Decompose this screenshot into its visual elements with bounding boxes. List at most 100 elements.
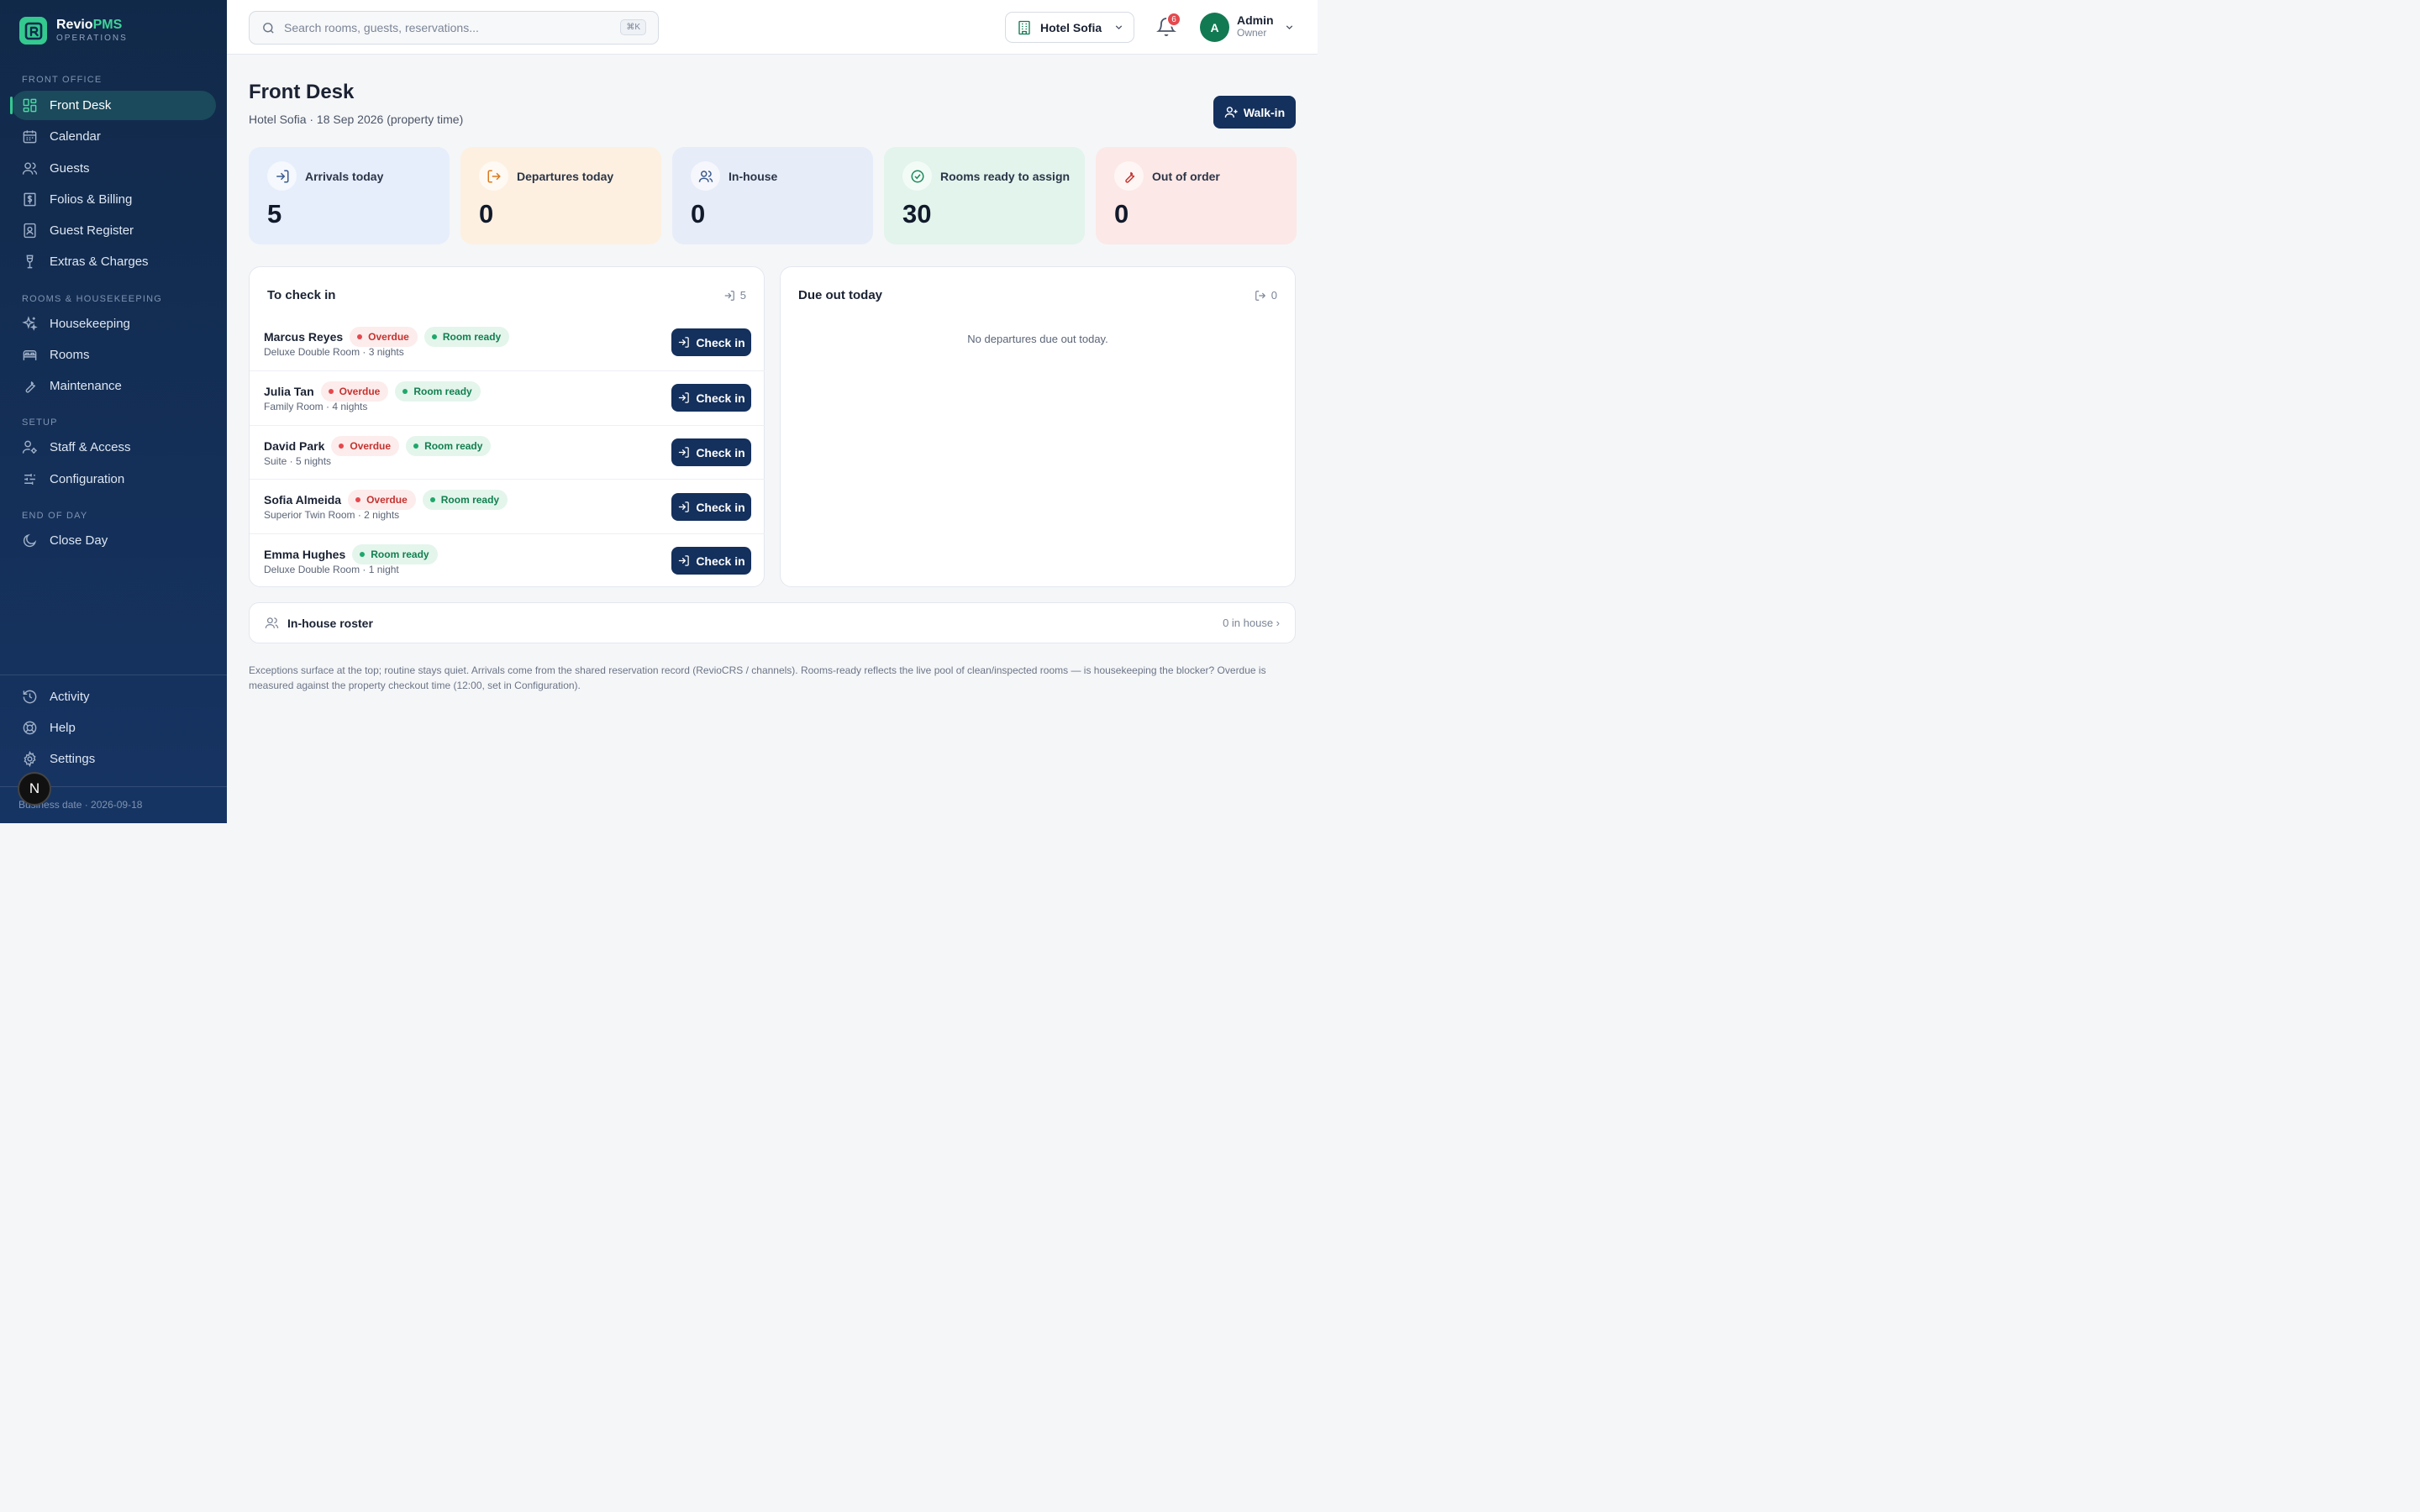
check-in-count: 5 xyxy=(723,289,746,302)
sidebar-item-calendar[interactable]: Calendar xyxy=(12,122,216,151)
reservation-meta: Deluxe Double Room · 1 night xyxy=(264,564,399,575)
chevron-down-icon[interactable] xyxy=(1284,22,1295,33)
table-row: Emma Hughes Room ready Deluxe Double Roo… xyxy=(250,533,765,588)
hotel-selector[interactable]: Hotel Sofia xyxy=(1005,12,1134,43)
users-icon xyxy=(691,161,720,191)
sidebar-item-front-desk[interactable]: Front Desk xyxy=(10,91,216,120)
section-setup: SETUP xyxy=(22,417,58,428)
sidebar-item-maintenance[interactable]: Maintenance xyxy=(12,371,216,401)
sidebar-item-label: Guests xyxy=(50,161,90,176)
overdue-badge: Overdue xyxy=(320,381,389,402)
guest-name[interactable]: Julia Tan xyxy=(264,385,314,398)
check-in-button[interactable]: Check in xyxy=(671,493,751,521)
sidebar-item-help[interactable]: Help xyxy=(12,713,216,743)
sidebar-item-label: Rooms xyxy=(50,348,90,362)
sidebar-item-label: Front Desk xyxy=(50,98,112,113)
overdue-badge: Overdue xyxy=(348,490,416,510)
stat-out-of-order[interactable]: Out of order 0 xyxy=(1096,147,1297,244)
log-in-icon xyxy=(267,161,297,191)
log-in-icon xyxy=(679,501,690,512)
page-subtitle: Hotel Sofia · 18 Sep 2026 (property time… xyxy=(249,113,464,126)
user-cog-icon xyxy=(22,440,37,454)
reservation-meta: Suite · 5 nights xyxy=(264,455,332,467)
grid-icon xyxy=(23,98,37,113)
sliders-icon xyxy=(24,474,35,485)
log-in-icon xyxy=(679,392,690,403)
sidebar-item-activity[interactable]: Activity xyxy=(12,682,216,711)
sidebar-item-label: Close Day xyxy=(50,533,108,548)
check-in-button[interactable]: Check in xyxy=(671,384,751,412)
check-in-button[interactable]: Check in xyxy=(671,438,751,466)
brand[interactable]: RevioPMS OPERATIONS xyxy=(19,17,128,45)
sidebar-item-configuration[interactable]: Configuration xyxy=(12,465,216,494)
stat-in-house[interactable]: In-house 0 xyxy=(672,147,873,244)
wrench-icon xyxy=(25,381,36,393)
sidebar-item-label: Configuration xyxy=(50,472,125,486)
bed-icon xyxy=(23,350,37,360)
sidebar-item-housekeeping[interactable]: Housekeeping xyxy=(12,309,216,339)
sidebar-item-label: Housekeeping xyxy=(50,317,130,331)
log-in-icon xyxy=(679,447,690,458)
room-ready-badge: Room ready xyxy=(395,381,481,402)
sidebar-item-label: Folios & Billing xyxy=(50,192,133,207)
guest-name[interactable]: Sofia Almeida xyxy=(264,493,341,507)
log-out-icon xyxy=(1255,290,1265,301)
sidebar-item-label: Extras & Charges xyxy=(50,255,149,269)
page-title: Front Desk xyxy=(249,81,355,103)
sidebar-item-label: Calendar xyxy=(50,129,101,144)
empty-state: No departures due out today. xyxy=(967,333,1108,345)
calendar-icon xyxy=(23,130,37,144)
in-house-roster-toggle[interactable]: In-house roster 0 in house › xyxy=(249,602,1296,643)
footnote: Exceptions surface at the top; routine s… xyxy=(249,664,1266,691)
walk-in-button[interactable]: Walk-in xyxy=(1213,96,1296,129)
section-front-office: FRONT OFFICE xyxy=(22,75,103,85)
lifebuoy-icon xyxy=(23,721,37,735)
check-in-card: To check in 5 Marcus Reyes Overdue Room … xyxy=(249,266,765,587)
guest-name[interactable]: Marcus Reyes xyxy=(264,330,343,344)
revio-logo-icon xyxy=(19,17,47,45)
user-info[interactable]: Admin Owner xyxy=(1237,14,1274,39)
sidebar-item-staff-access[interactable]: Staff & Access xyxy=(12,433,216,462)
reservation-meta: Deluxe Double Room · 3 nights xyxy=(264,346,404,358)
overdue-badge: Overdue xyxy=(350,327,418,347)
stat-departures[interactable]: Departures today 0 xyxy=(460,147,661,244)
sidebar-item-settings[interactable]: Settings xyxy=(12,744,216,774)
guest-name[interactable]: David Park xyxy=(264,439,324,453)
stat-rooms-ready[interactable]: Rooms ready to assign 30 xyxy=(884,147,1085,244)
sidebar-item-label: Activity xyxy=(50,690,90,704)
card-title: Due out today xyxy=(798,288,882,302)
guest-name[interactable]: Emma Hughes xyxy=(264,548,345,561)
chevron-down-icon xyxy=(1115,25,1123,30)
sidebar-item-close-day[interactable]: Close Day xyxy=(12,526,216,555)
avatar[interactable]: A xyxy=(1200,13,1229,42)
table-row: Julia Tan Overdue Room ready Family Room… xyxy=(250,370,765,425)
sidebar-item-extras-charges[interactable]: Extras & Charges xyxy=(12,247,216,276)
sidebar-item-folios-billing[interactable]: Folios & Billing xyxy=(12,185,216,214)
stat-arrivals[interactable]: Arrivals today 5 xyxy=(249,147,450,244)
stat-label: In-house xyxy=(729,170,778,183)
sidebar-item-guest-register[interactable]: Guest Register xyxy=(12,216,216,245)
topbar: ⌘K Hotel Sofia 6 A Admin Owner xyxy=(227,0,1318,55)
sidebar-item-label: Guest Register xyxy=(50,223,134,238)
dev-tools-button[interactable]: N xyxy=(18,772,51,806)
brand-name: RevioPMS xyxy=(56,18,123,32)
stat-label: Rooms ready to assign xyxy=(940,170,1071,183)
log-out-icon xyxy=(479,161,508,191)
search-shortcut: ⌘K xyxy=(620,19,646,35)
check-in-button[interactable]: Check in xyxy=(671,547,751,575)
search-icon xyxy=(263,22,274,34)
check-in-button[interactable]: Check in xyxy=(671,328,751,356)
stat-label: Arrivals today xyxy=(305,170,384,183)
moon-icon xyxy=(23,533,37,548)
stat-value: 0 xyxy=(479,199,494,228)
search-bar[interactable]: ⌘K xyxy=(249,11,659,45)
roster-title: In-house roster xyxy=(287,616,373,630)
sidebar-item-rooms[interactable]: Rooms xyxy=(12,340,216,370)
sidebar: RevioPMS OPERATIONS FRONT OFFICE Front D… xyxy=(0,0,227,823)
due-out-count: 0 xyxy=(1255,289,1277,302)
section-rooms-housekeeping: ROOMS & HOUSEKEEPING xyxy=(22,294,163,304)
roster-count: 0 in house › xyxy=(1223,617,1280,629)
search-input[interactable] xyxy=(284,21,603,34)
room-ready-badge: Room ready xyxy=(422,490,508,510)
sidebar-item-guests[interactable]: Guests xyxy=(12,154,216,183)
